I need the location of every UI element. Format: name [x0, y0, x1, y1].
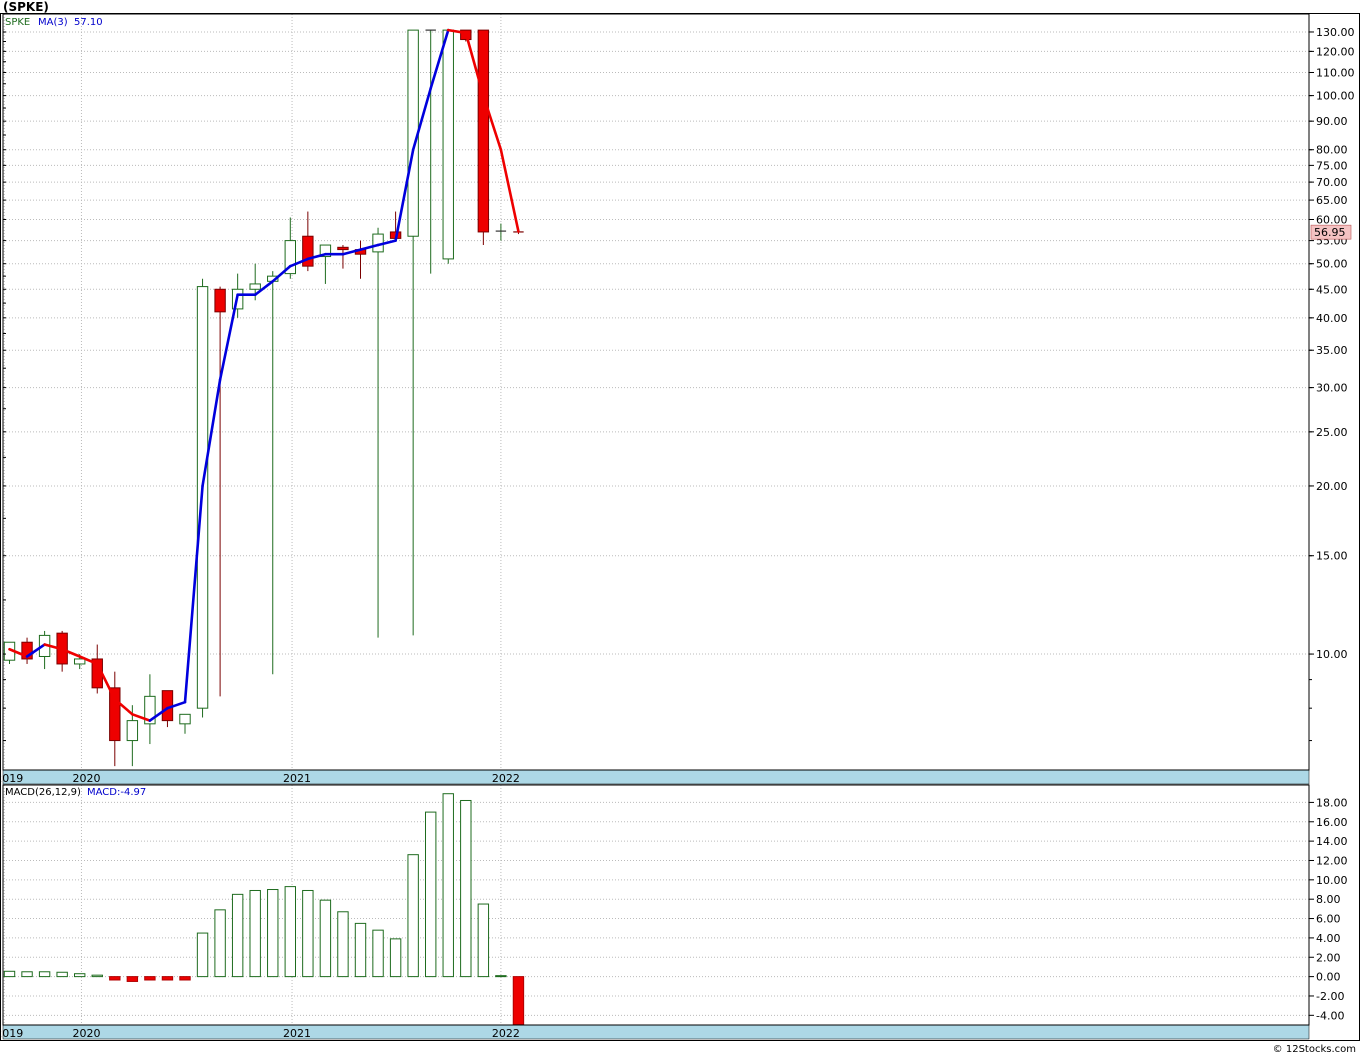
- price-tick-label: 20.00: [1316, 480, 1348, 493]
- macd-year-label: 2021: [283, 1027, 311, 1040]
- price-tick-label: 30.00: [1316, 382, 1348, 395]
- macd-tick-label: 6.00: [1316, 913, 1341, 926]
- macd-bar: [56, 971, 68, 978]
- price-panel: [3, 28, 524, 767]
- price-tick-label: 70.00: [1316, 176, 1348, 189]
- price-year-label: 2022: [492, 772, 520, 785]
- macd-bar: [74, 973, 86, 978]
- price-tick-label: 15.00: [1316, 550, 1348, 563]
- price-tick-label: 65.00: [1316, 194, 1348, 207]
- macd-tick-label: 12.00: [1316, 854, 1348, 867]
- macd-bar: [319, 899, 332, 978]
- macd-tick-label: 2.00: [1316, 951, 1341, 964]
- macd-bar: [354, 922, 367, 978]
- candle-body: [477, 29, 490, 233]
- candle-body: [126, 720, 139, 742]
- price-legend-symbol: SPKE: [5, 17, 30, 28]
- macd-tick-label: 4.00: [1316, 932, 1341, 945]
- macd-bar: [144, 976, 156, 981]
- macd-bar: [284, 886, 297, 978]
- macd-bar: [38, 971, 51, 978]
- macd-bar: [126, 976, 139, 982]
- macd-bar: [249, 889, 261, 978]
- macd-panel: [3, 793, 525, 1026]
- macd-bar: [495, 975, 507, 978]
- price-tick-label: 130.00: [1316, 26, 1355, 39]
- macd-tick-label: 10.00: [1316, 874, 1348, 887]
- price-tick-label: 50.00: [1316, 258, 1348, 271]
- credit-text: © 12Stocks.com: [1273, 1044, 1356, 1055]
- candle-body: [337, 246, 349, 251]
- macd-bar: [231, 893, 244, 978]
- macd-legend-label: MACD(26,12,9): [5, 787, 81, 798]
- macd-bar: [179, 976, 191, 981]
- price-year-label: 2019: [0, 772, 23, 785]
- macd-year-label: 2020: [72, 1027, 100, 1040]
- macd-bar: [372, 929, 384, 978]
- macd-year-label: 2022: [492, 1027, 520, 1040]
- macd-bar: [460, 799, 472, 978]
- candle-body: [214, 288, 226, 313]
- price-tick-label: 45.00: [1316, 283, 1348, 296]
- price-tick-label: 60.00: [1316, 213, 1348, 226]
- ma-segment: [499, 148, 520, 233]
- candle-body: [249, 283, 261, 290]
- macd-bar: [3, 970, 16, 978]
- price-tick-label: 90.00: [1316, 115, 1348, 128]
- macd-bar: [161, 976, 174, 981]
- price-date-band: [2, 769, 1310, 785]
- macd-bar: [214, 909, 226, 978]
- candle-body: [179, 713, 191, 725]
- candle-body: [109, 687, 121, 742]
- macd-bar: [389, 938, 402, 978]
- macd-tick-label: 8.00: [1316, 893, 1341, 906]
- macd-bar: [302, 889, 314, 978]
- macd-bar: [91, 974, 103, 978]
- macd-bar: [21, 971, 33, 978]
- macd-legend-value: MACD:-4.97: [87, 787, 146, 798]
- macd-tick-label: 16.00: [1316, 816, 1348, 829]
- price-tick-label: 120.00: [1316, 45, 1355, 58]
- price-tick-label: 110.00: [1316, 66, 1355, 79]
- price-tick-label: 80.00: [1316, 144, 1348, 157]
- macd-tick-label: -2.00: [1316, 990, 1344, 1003]
- price-tick-label: 100.00: [1316, 90, 1355, 103]
- price-tick-label: 25.00: [1316, 426, 1348, 439]
- chart-title: (SPKE): [3, 0, 49, 14]
- macd-bar: [425, 811, 437, 978]
- price-legend-ma-value: 57.10: [74, 17, 103, 28]
- macd-bar: [477, 903, 490, 978]
- price-tick-label: 40.00: [1316, 312, 1348, 325]
- macd-bar: [407, 854, 419, 978]
- chart-canvas: 10.00 15.00 20.00 25.00 30.00 35.00 40.00 45.00…: [0, 0, 1360, 1055]
- macd-bar: [267, 889, 279, 978]
- macd-tick-label: 18.00: [1316, 796, 1348, 809]
- macd-frame: [2, 784, 1310, 1026]
- macd-bar: [109, 976, 121, 981]
- candle-body: [74, 658, 86, 665]
- macd-year-label: 2019: [0, 1027, 23, 1040]
- last-price-label: 56.95: [1314, 226, 1346, 239]
- macd-bar: [512, 976, 525, 1026]
- price-tick-label: 35.00: [1316, 344, 1348, 357]
- price-year-label: 2021: [283, 772, 311, 785]
- macd-tick-label: 0.00: [1316, 971, 1341, 984]
- candle-body: [442, 29, 454, 260]
- price-legend-ma-label: MA(3): [38, 17, 68, 28]
- price-tick-label: 10.00: [1316, 648, 1348, 661]
- macd-tick-label: 14.00: [1316, 835, 1348, 848]
- macd-bar: [196, 932, 209, 978]
- macd-date-band: [2, 1024, 1310, 1040]
- price-tick-label: 75.00: [1316, 159, 1348, 172]
- price-year-label: 2020: [72, 772, 100, 785]
- macd-tick-label: -4.00: [1316, 1009, 1344, 1022]
- macd-bar: [442, 793, 454, 978]
- macd-bar: [337, 911, 349, 978]
